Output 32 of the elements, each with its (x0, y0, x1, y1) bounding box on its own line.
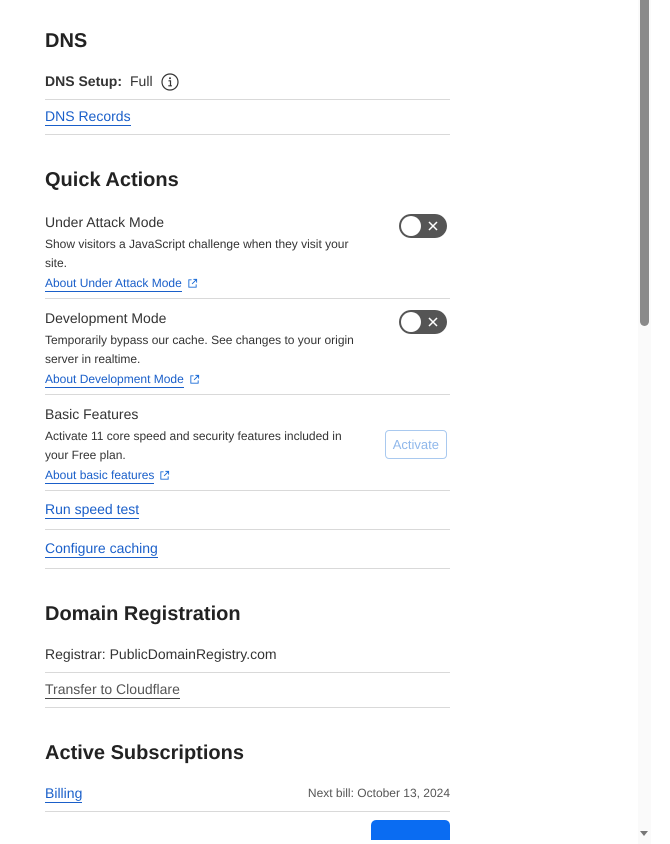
scrollbar-thumb[interactable] (640, 0, 649, 326)
setup-label: DNS Setup: (45, 72, 122, 91)
next-bill-text: Next bill: October 13, 2024 (308, 785, 450, 802)
about-link[interactable]: About Development Mode (45, 371, 184, 388)
item-description: Show visitors a JavaScript challenge when they visit your site. (45, 236, 350, 272)
scrollbar[interactable] (638, 0, 651, 844)
external-link-icon (188, 374, 200, 385)
billing-link[interactable]: Billing (45, 784, 82, 802)
external-link-icon (186, 278, 198, 289)
action-link[interactable]: Run speed test (45, 501, 140, 519)
dns-records-link[interactable]: DNS Records (45, 108, 131, 126)
section-heading: Domain Registration (45, 602, 242, 627)
section-heading: DNS (45, 29, 88, 54)
item-title: Under Attack Mode (45, 213, 166, 232)
section-heading: Quick Actions (45, 168, 180, 193)
toggle-switch[interactable] (399, 214, 447, 238)
item-description: Temporarily bypass our cache. See changes to your origin server in realtime. (45, 332, 355, 368)
transfer-link[interactable]: Transfer to Cloudflare (45, 681, 180, 699)
item-title: Basic Features (45, 405, 140, 424)
item-description: Activate 11 core speed and security features included in your Free plan. (45, 428, 343, 464)
external-link-icon (159, 470, 170, 481)
registrar-text: Registrar: PublicDomainRegistry.com (45, 645, 277, 664)
item-title: Development Mode (45, 309, 168, 328)
close-icon (428, 317, 438, 327)
about-link[interactable]: About Under Attack Mode (45, 275, 182, 292)
action-link[interactable]: Configure caching (45, 540, 158, 558)
toggle-switch[interactable] (399, 310, 447, 334)
info-icon[interactable] (160, 72, 179, 90)
setup-value: Full (130, 72, 153, 91)
close-icon (428, 221, 438, 231)
section-heading: Active Subscriptions (45, 741, 245, 766)
scroll-down-arrow-icon[interactable] (640, 831, 648, 836)
